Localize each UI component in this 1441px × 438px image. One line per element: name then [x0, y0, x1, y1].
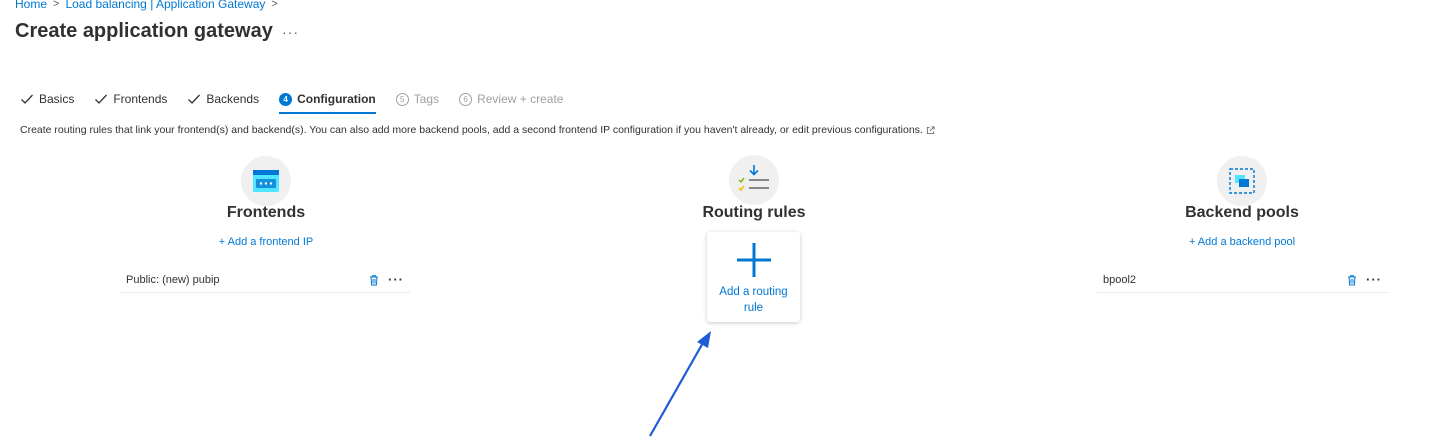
frontend-ip-icon — [253, 170, 279, 192]
add-routing-rule-label: Add a routing rule — [719, 286, 788, 314]
page-description: Create routing rules that link your fron… — [20, 124, 935, 136]
add-frontend-ip-link[interactable]: + Add a frontend IP — [166, 236, 366, 248]
breadcrumb-home[interactable]: Home — [15, 0, 47, 11]
tab-tags[interactable]: 5 Tags — [395, 90, 440, 108]
step-number-badge: 4 — [279, 92, 293, 106]
backend-pool-icon — [1229, 168, 1255, 194]
tab-basics[interactable]: Basics — [20, 90, 74, 108]
backend-pools-heading: Backend pools — [1185, 204, 1299, 221]
external-link-icon[interactable] — [926, 125, 935, 135]
list-item: bpool2 ··· — [1097, 267, 1388, 293]
description-text: Create routing rules that link your fron… — [20, 124, 923, 136]
step-number-badge: 6 — [459, 92, 473, 106]
step-number-badge: 5 — [395, 92, 409, 106]
add-routing-rule-button[interactable]: Add a routing rule — [707, 232, 800, 322]
tab-label: Configuration — [297, 92, 376, 106]
tab-configuration[interactable]: 4 Configuration — [279, 90, 376, 114]
checkmark-icon — [21, 94, 33, 104]
frontend-icon-container — [241, 156, 291, 206]
page-title: Create application gateway — [15, 20, 273, 42]
tab-review-create[interactable]: 6 Review + create — [459, 90, 563, 108]
routing-rules-heading: Routing rules — [702, 204, 806, 221]
tab-label: Review + create — [477, 92, 564, 106]
frontend-item-label: Public: (new) pubip — [126, 273, 220, 286]
tab-frontends[interactable]: Frontends — [94, 90, 167, 108]
more-options-button[interactable]: ··· — [1366, 273, 1382, 286]
tab-label: Tags — [413, 92, 440, 106]
annotation-arrow-icon — [649, 331, 711, 437]
frontends-heading: Frontends — [226, 204, 306, 221]
chevron-right-icon: > — [271, 0, 278, 10]
tab-label: Basics — [39, 92, 75, 106]
tab-label: Frontends — [113, 92, 168, 106]
plus-icon — [736, 243, 771, 277]
tab-backends[interactable]: Backends — [187, 90, 259, 108]
chevron-right-icon: > — [53, 0, 60, 10]
delete-icon[interactable] — [1346, 274, 1358, 286]
routing-icon-container — [729, 155, 779, 205]
checkmark-icon — [95, 94, 108, 104]
delete-icon[interactable] — [368, 274, 380, 286]
more-options-button[interactable]: ··· — [282, 24, 299, 40]
backend-icon-container — [1217, 156, 1267, 206]
checkmark-icon — [188, 94, 201, 104]
backend-item-label: bpool2 — [1103, 273, 1137, 286]
breadcrumb-parent[interactable]: Load balancing | Application Gateway — [65, 0, 265, 11]
list-item: Public: (new) pubip ··· — [120, 267, 410, 293]
more-options-button[interactable]: ··· — [388, 273, 404, 286]
routing-rules-icon — [738, 165, 769, 192]
add-backend-pool-link[interactable]: + Add a backend pool — [1142, 236, 1342, 248]
wizard-steps: Basics Frontends Backends 4 Configuratio… — [20, 90, 583, 114]
tab-label: Backends — [206, 92, 260, 106]
breadcrumb: Home > Load balancing | Application Gate… — [15, 0, 278, 11]
